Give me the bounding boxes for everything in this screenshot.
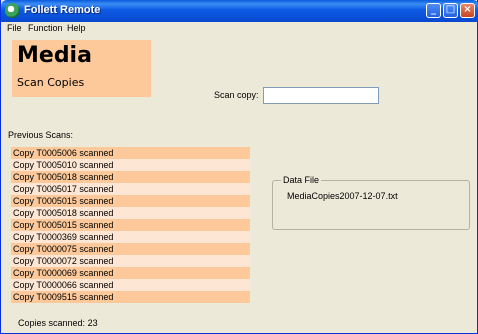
previous-scans-list[interactable]: Copy T0005006 scanned Copy T0005010 scan…	[11, 147, 250, 303]
menu-function[interactable]: Function	[28, 23, 63, 33]
header-panel: Media Scan Copies	[12, 40, 151, 97]
list-item[interactable]: Copy T0005010 scanned	[11, 159, 250, 171]
menu-help[interactable]: Help	[67, 23, 86, 33]
list-item[interactable]: Copy T0009515 scanned	[11, 291, 250, 303]
list-item[interactable]: Copy T0000369 scanned	[11, 231, 250, 243]
data-file-name: MediaCopies2007-12-07.txt	[287, 191, 398, 201]
list-item[interactable]: Copy T0000075 scanned	[11, 243, 250, 255]
previous-scans-label: Previous Scans:	[8, 130, 74, 140]
page-subtitle: Scan Copies	[17, 76, 85, 89]
copies-scanned-label: Copies scanned:	[18, 318, 86, 328]
copies-scanned-status: Copies scanned: 23	[18, 318, 98, 328]
menu-file[interactable]: File	[7, 23, 22, 33]
list-item[interactable]: Copy T0000066 scanned	[11, 279, 250, 291]
app-icon	[5, 3, 20, 18]
close-button[interactable]: ×	[460, 3, 475, 18]
window-title: Follett Remote	[24, 4, 101, 16]
list-item[interactable]: Copy T0005017 scanned	[11, 183, 250, 195]
list-item[interactable]: Copy T0005018 scanned	[11, 171, 250, 183]
data-file-group: Data File MediaCopies2007-12-07.txt	[272, 175, 470, 230]
scan-copy-input[interactable]	[263, 87, 379, 104]
page-title: Media	[17, 43, 92, 68]
list-item[interactable]: Copy T0000072 scanned	[11, 255, 250, 267]
list-item[interactable]: Copy T0005015 scanned	[11, 195, 250, 207]
menu-bar: File Function Help	[1, 22, 478, 36]
list-item[interactable]: Copy T0005015 scanned	[11, 219, 250, 231]
title-bar[interactable]: Follett Remote _ □ ×	[1, 0, 478, 22]
list-item[interactable]: Copy T0005018 scanned	[11, 207, 250, 219]
app-window: Follett Remote _ □ × File Function Help …	[0, 0, 478, 334]
scan-copy-label: Scan copy:	[214, 90, 259, 100]
data-file-legend: Data File	[281, 175, 322, 185]
copies-scanned-value: 23	[87, 318, 98, 328]
minimize-button[interactable]: _	[426, 3, 441, 18]
maximize-button[interactable]: □	[443, 3, 458, 18]
list-item[interactable]: Copy T0000069 scanned	[11, 267, 250, 279]
list-item[interactable]: Copy T0005006 scanned	[11, 147, 250, 159]
